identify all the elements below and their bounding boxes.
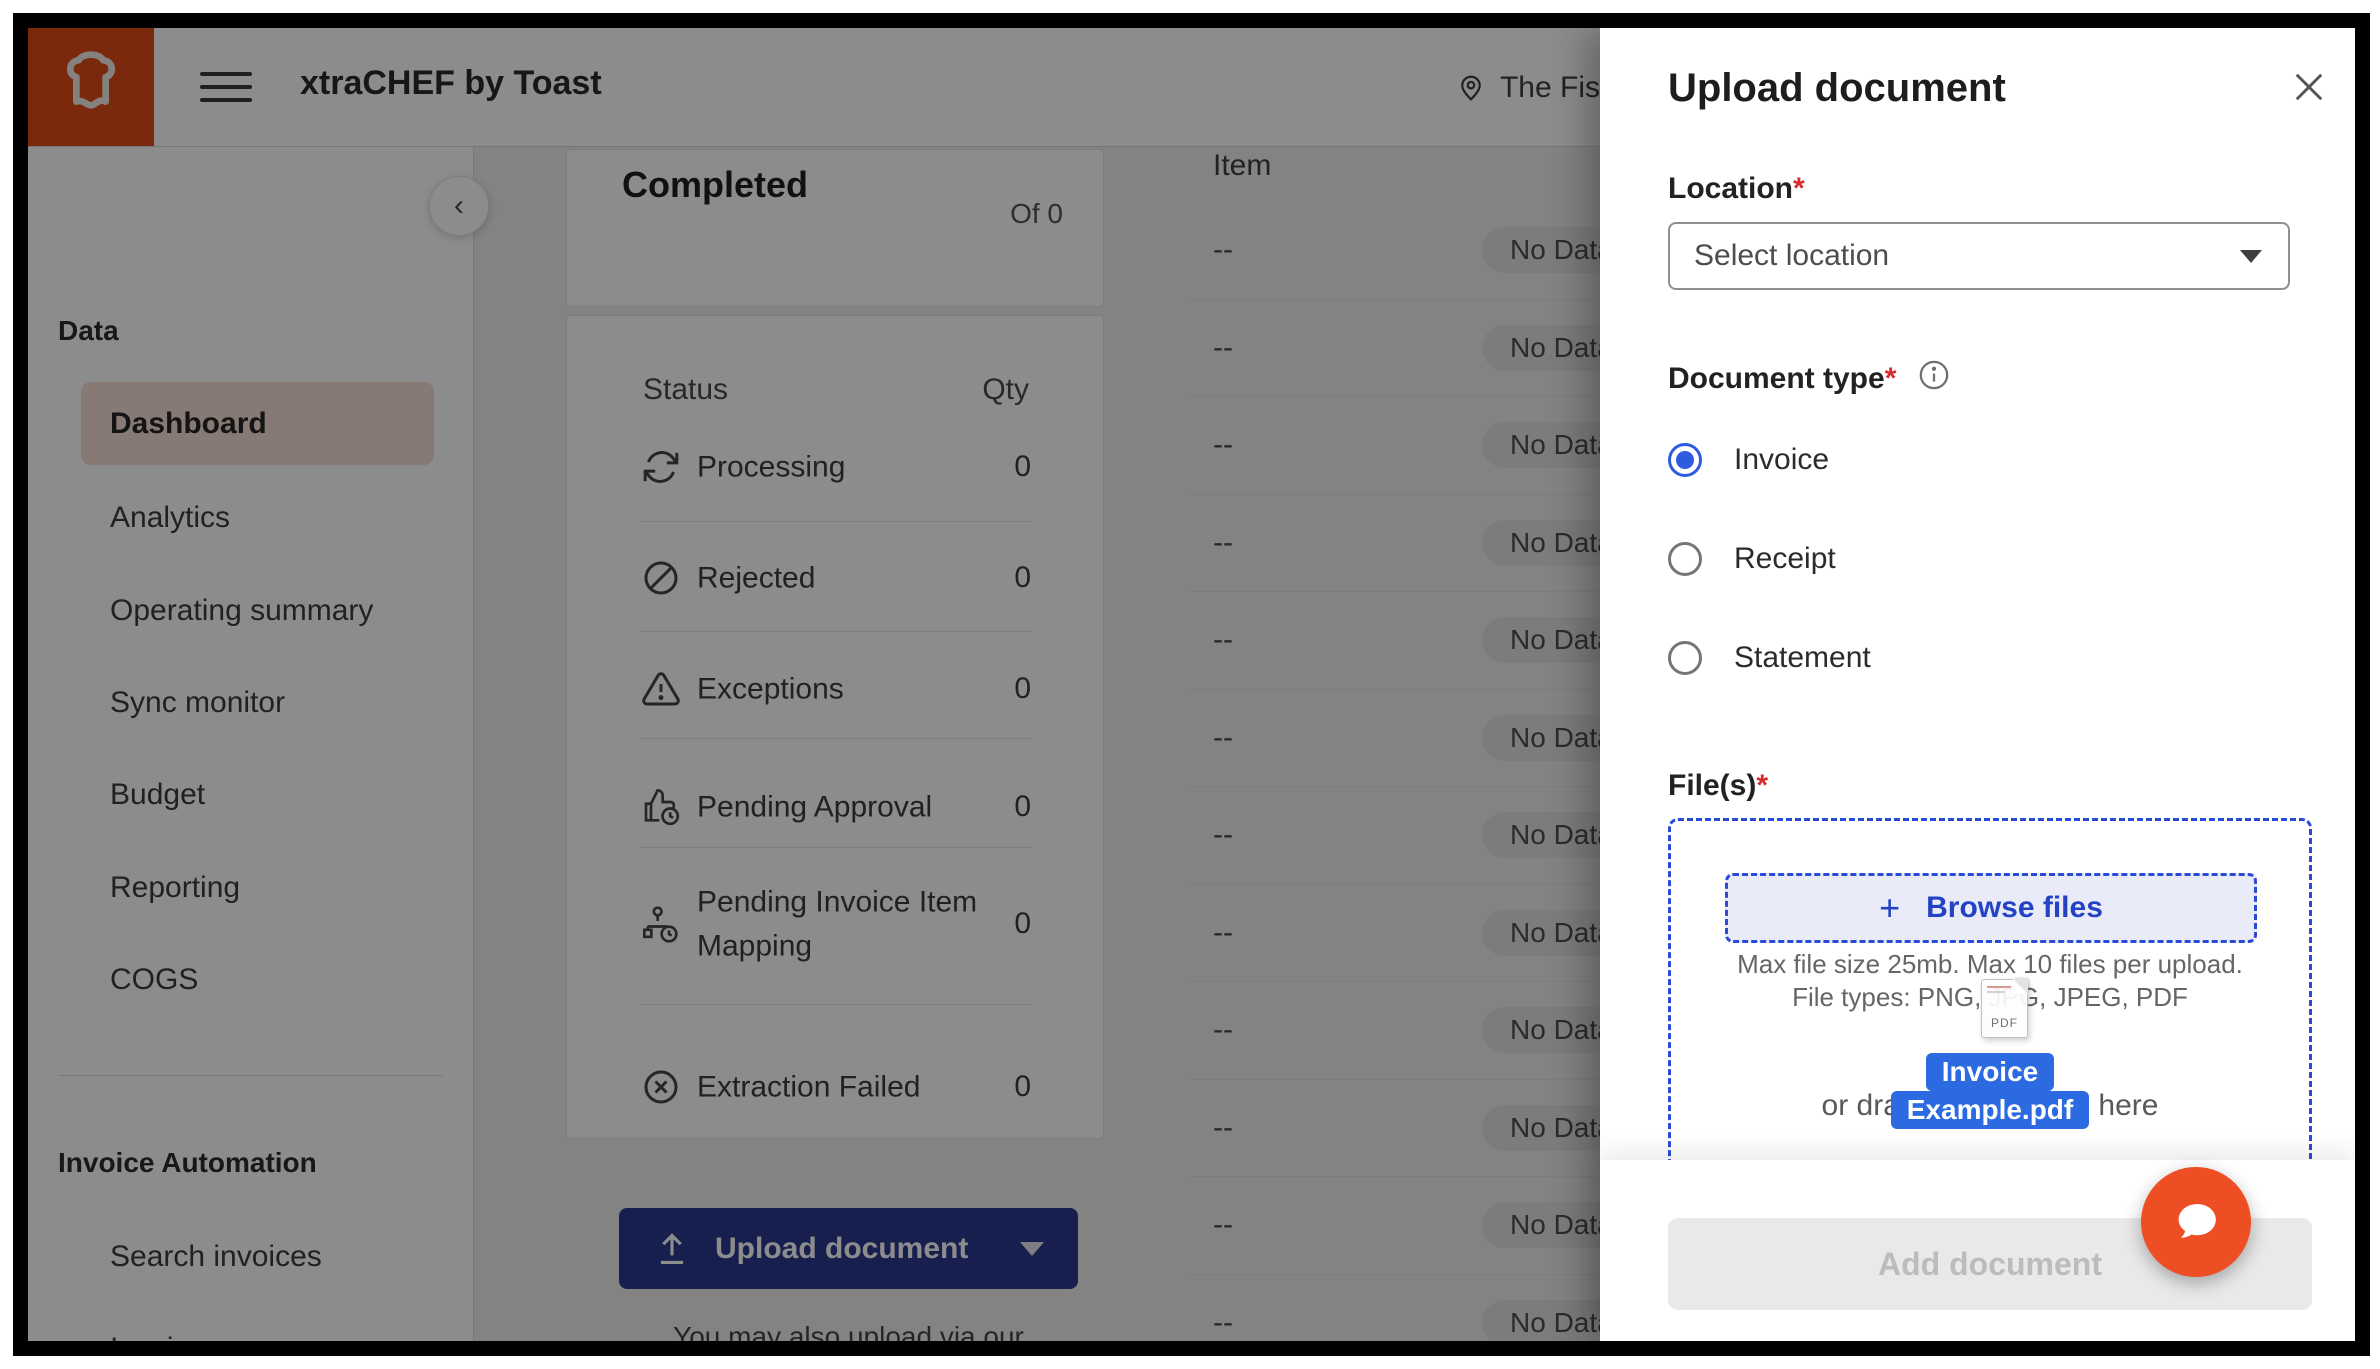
modal-backdrop[interactable] <box>28 28 1600 1341</box>
browse-files-button[interactable]: + Browse files <box>1725 873 2257 943</box>
radio-statement[interactable]: Statement <box>1668 638 1871 678</box>
radio-invoice[interactable]: Invoice <box>1668 440 1829 480</box>
location-select[interactable]: Select location <box>1668 222 2290 290</box>
select-caret-icon <box>2240 250 2262 263</box>
radio-unselected-icon <box>1668 641 1702 675</box>
location-field-label: Location* <box>1668 172 1805 206</box>
screenshot-frame: xtraCHEF by Toast The Fis Data Dashboard… <box>13 13 2370 1356</box>
radio-unselected-icon <box>1668 542 1702 576</box>
info-icon[interactable] <box>1917 358 1951 400</box>
plus-icon: + <box>1879 887 1900 929</box>
files-field-label: File(s)* <box>1668 769 1768 803</box>
dragged-file-name: Invoice Example.pdf <box>1671 1053 2309 1129</box>
dragged-pdf-file-icon: PDF <box>1981 979 2028 1038</box>
chat-balloon-icon <box>2165 1194 2227 1250</box>
modal-title: Upload document <box>1668 66 2006 111</box>
location-placeholder: Select location <box>1694 239 1889 273</box>
app-window: xtraCHEF by Toast The Fis Data Dashboard… <box>28 28 2355 1341</box>
page-fold <box>2013 979 2028 994</box>
close-icon[interactable] <box>2288 66 2330 108</box>
radio-selected-icon <box>1668 443 1702 477</box>
chat-widget-button[interactable] <box>2141 1167 2251 1277</box>
radio-receipt[interactable]: Receipt <box>1668 539 1836 579</box>
doctype-field-label: Document type* <box>1668 358 1951 400</box>
upload-document-modal: Upload document Location* Select locatio… <box>1600 28 2355 1341</box>
file-size-hint: Max file size 25mb. Max 10 files per upl… <box>1671 949 2309 980</box>
required-asterisk: * <box>1793 172 1805 205</box>
